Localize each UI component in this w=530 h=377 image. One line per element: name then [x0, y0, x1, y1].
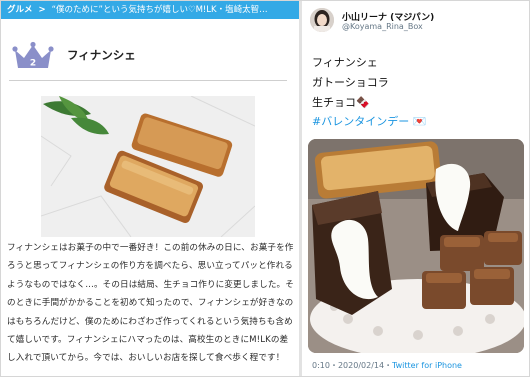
tweet-photo[interactable]	[308, 139, 524, 353]
tweet-metadata: 0:10・2020/02/14・Twitter for iPhone	[312, 360, 462, 371]
tweet-photo-illustration	[308, 139, 524, 353]
tweet-source-link[interactable]: Twitter for iPhone	[392, 361, 462, 370]
article-body-text: フィナンシェはお菓子の中で一番好き！この前の休みの日に、お菓子を作ろうと思ってフ…	[7, 243, 294, 364]
screenshot-frame: グルメ > “僕のために”という気持ちが嬉しい♡M!LK・塩崎太智… 2 フィナンシ…	[0, 0, 530, 377]
tweet-text-line-2: ガトーショコラ	[312, 76, 389, 89]
tweet-date-separator: ・	[329, 361, 338, 370]
article-panel: グルメ > “僕のために”という気持ちが嬉しい♡M!LK・塩崎太智… 2 フィナンシ…	[1, 1, 299, 376]
rank-number: 2	[30, 59, 36, 69]
tweet-user-handle[interactable]: @Koyama_Rina_Box	[342, 22, 423, 31]
avatar[interactable]	[310, 8, 334, 32]
tweet-time: 0:10	[312, 361, 330, 370]
breadcrumb-current-page[interactable]: “僕のために”という気持ちが嬉しい♡M!LK・塩崎太智…	[52, 5, 268, 15]
rank-heading: 2 フィナンシェ	[9, 39, 291, 81]
financier-photo	[41, 96, 255, 237]
tweet-text-line-3: 生チョコ🍫	[312, 96, 370, 109]
crown-icon: 2	[12, 41, 54, 69]
financier-photo-illustration	[41, 96, 255, 237]
rank-title: フィナンシェ	[67, 48, 136, 62]
tweet-source-separator: ・	[384, 361, 393, 370]
tweet-date[interactable]: 2020/02/14	[338, 361, 384, 370]
hashtag-link[interactable]: #バレンタインデー 💌	[312, 113, 426, 129]
breadcrumb: グルメ > “僕のために”という気持ちが嬉しい♡M!LK・塩崎太智…	[1, 1, 299, 19]
avatar-image	[310, 8, 334, 32]
breadcrumb-separator: >	[38, 5, 46, 15]
heading-divider	[9, 80, 287, 81]
tweet-card: 小山リーナ (マジパン) @Koyama_Rina_Box フィナンシェ ガトー…	[302, 1, 529, 376]
tweet-text-line-1: フィナンシェ	[312, 56, 378, 69]
breadcrumb-category-link[interactable]: グルメ	[1, 5, 33, 15]
